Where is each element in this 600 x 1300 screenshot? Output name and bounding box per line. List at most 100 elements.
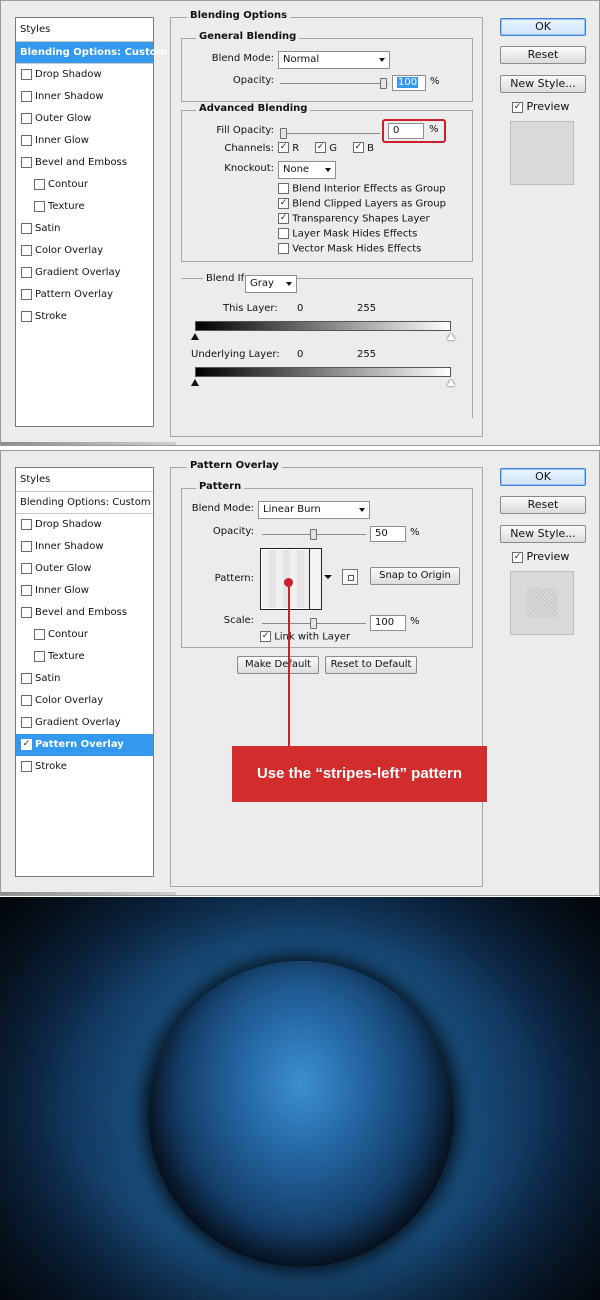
style-item-checkbox[interactable] <box>21 113 32 124</box>
style-item-gradient-overlay[interactable]: Gradient Overlay <box>16 262 153 284</box>
link-with-layer-checkbox[interactable]: ✓ <box>260 631 271 642</box>
style-item-checkbox[interactable] <box>34 201 45 212</box>
style-item-satin[interactable]: Satin <box>16 668 153 690</box>
opacity-field[interactable]: 50 <box>370 526 406 542</box>
blend-mode-select[interactable]: Normal <box>278 51 390 69</box>
link-with-layer[interactable]: ✓ Link with Layer <box>260 631 350 643</box>
option-layer-mask[interactable]: Layer Mask Hides Effects <box>278 228 446 243</box>
style-item-stroke[interactable]: Stroke <box>16 306 153 328</box>
style-item-inner-glow[interactable]: Inner Glow <box>16 130 153 152</box>
style-item-checkbox[interactable] <box>21 157 32 168</box>
style-item-drop-shadow[interactable]: Drop Shadow <box>16 64 153 86</box>
style-item-checkbox[interactable] <box>34 179 45 190</box>
ok-button[interactable]: OK <box>500 18 586 36</box>
style-item-checkbox[interactable] <box>21 563 32 574</box>
underlying-gradient[interactable] <box>195 367 451 377</box>
style-item-checkbox[interactable] <box>21 311 32 322</box>
style-item-inner-shadow[interactable]: Inner Shadow <box>16 536 153 558</box>
style-item-satin[interactable]: Satin <box>16 218 153 240</box>
style-item-inner-shadow[interactable]: Inner Shadow <box>16 86 153 108</box>
style-item-checkbox[interactable] <box>21 69 32 80</box>
style-item-checkbox[interactable] <box>21 541 32 552</box>
option-interior-checkbox[interactable] <box>278 183 289 194</box>
knockout-select[interactable]: None <box>278 161 336 179</box>
chevron-down-icon[interactable] <box>324 575 332 579</box>
blend-mode-select[interactable]: Linear Burn <box>258 501 370 519</box>
reset-button[interactable]: Reset <box>500 496 586 514</box>
style-item-checkbox[interactable] <box>21 673 32 684</box>
opacity-slider-thumb[interactable] <box>310 529 317 540</box>
style-item-bevel-and-emboss[interactable]: Bevel and Emboss <box>16 602 153 624</box>
style-item-checkbox[interactable] <box>21 135 32 146</box>
new-preset-icon[interactable] <box>342 569 358 585</box>
blend-if-select[interactable]: Gray <box>245 275 297 293</box>
option-layer-mask-checkbox[interactable] <box>278 228 289 239</box>
scale-slider-thumb[interactable] <box>310 618 317 629</box>
option-transparency-checkbox[interactable]: ✓ <box>278 213 289 224</box>
underlying-black-slider[interactable] <box>191 379 199 386</box>
style-item-checkbox[interactable] <box>21 695 32 706</box>
make-default-button[interactable]: Make Default <box>237 656 319 674</box>
style-item-outer-glow[interactable]: Outer Glow <box>16 108 153 130</box>
preview-toggle[interactable]: ✓ Preview <box>512 100 569 113</box>
option-vector-mask[interactable]: Vector Mask Hides Effects <box>278 243 446 258</box>
fill-opacity-slider-thumb[interactable] <box>280 128 287 139</box>
style-item-checkbox[interactable] <box>21 267 32 278</box>
style-item-drop-shadow[interactable]: Drop Shadow <box>16 514 153 536</box>
ok-button[interactable]: OK <box>500 468 586 486</box>
style-item-checkbox[interactable] <box>34 651 45 662</box>
style-item-outer-glow[interactable]: Outer Glow <box>16 558 153 580</box>
fill-opacity-field[interactable]: 0 <box>388 123 424 139</box>
new-style-button[interactable]: New Style... <box>500 525 586 543</box>
fill-opacity-slider[interactable] <box>280 128 380 139</box>
style-item-pattern-overlay[interactable]: Pattern Overlay <box>16 284 153 306</box>
style-item-checkbox[interactable] <box>21 245 32 256</box>
opacity-slider[interactable] <box>262 529 366 540</box>
reset-button[interactable]: Reset <box>500 46 586 64</box>
style-item-color-overlay[interactable]: Color Overlay <box>16 690 153 712</box>
style-item-texture[interactable]: Texture <box>16 646 153 668</box>
this-layer-white-slider[interactable] <box>447 333 455 340</box>
channel-g[interactable]: ✓ G <box>315 142 337 154</box>
option-vector-mask-checkbox[interactable] <box>278 243 289 254</box>
option-clipped[interactable]: ✓ Blend Clipped Layers as Group <box>278 198 446 213</box>
this-layer-black-slider[interactable] <box>191 333 199 340</box>
channel-r-checkbox[interactable]: ✓ <box>278 142 289 153</box>
style-item-contour[interactable]: Contour <box>16 174 153 196</box>
style-item-texture[interactable]: Texture <box>16 196 153 218</box>
this-layer-gradient[interactable] <box>195 321 451 331</box>
snap-to-origin-button[interactable]: Snap to Origin <box>370 567 460 585</box>
style-item-checkbox[interactable] <box>34 629 45 640</box>
option-transparency[interactable]: ✓ Transparency Shapes Layer <box>278 213 446 228</box>
scale-field[interactable]: 100 <box>370 615 406 631</box>
style-item-checkbox[interactable] <box>21 717 32 728</box>
option-interior[interactable]: Blend Interior Effects as Group <box>278 183 446 198</box>
scale-slider[interactable] <box>262 618 366 629</box>
pattern-dropdown[interactable] <box>309 549 321 609</box>
opacity-field[interactable]: 100 <box>392 75 426 91</box>
option-clipped-checkbox[interactable]: ✓ <box>278 198 289 209</box>
style-item-contour[interactable]: Contour <box>16 624 153 646</box>
style-item-checkbox[interactable] <box>21 519 32 530</box>
styles-header[interactable]: Styles <box>16 468 153 492</box>
reset-to-default-button[interactable]: Reset to Default <box>325 656 417 674</box>
style-item-bevel-and-emboss[interactable]: Bevel and Emboss <box>16 152 153 174</box>
style-item-stroke[interactable]: Stroke <box>16 756 153 778</box>
channel-g-checkbox[interactable]: ✓ <box>315 142 327 153</box>
opacity-slider[interactable] <box>280 78 388 89</box>
style-item-checkbox[interactable] <box>21 91 32 102</box>
style-item-inner-glow[interactable]: Inner Glow <box>16 580 153 602</box>
channel-b[interactable]: ✓ B <box>352 142 374 154</box>
opacity-slider-thumb[interactable] <box>380 78 387 89</box>
new-style-button[interactable]: New Style... <box>500 75 586 93</box>
style-item-checkbox[interactable] <box>21 223 32 234</box>
style-item-blending-options-custom[interactable]: Blending Options: Custom <box>16 492 153 514</box>
style-item-checkbox[interactable] <box>21 289 32 300</box>
preview-checkbox[interactable]: ✓ <box>512 101 523 113</box>
style-item-blending-options-custom[interactable]: Blending Options: Custom <box>16 42 167 64</box>
preview-toggle[interactable]: ✓ Preview <box>512 550 569 563</box>
style-item-checkbox[interactable] <box>21 761 32 772</box>
style-item-pattern-overlay[interactable]: ✓ Pattern Overlay <box>16 734 153 756</box>
style-item-checkbox[interactable] <box>21 585 32 596</box>
style-item-color-overlay[interactable]: Color Overlay <box>16 240 153 262</box>
